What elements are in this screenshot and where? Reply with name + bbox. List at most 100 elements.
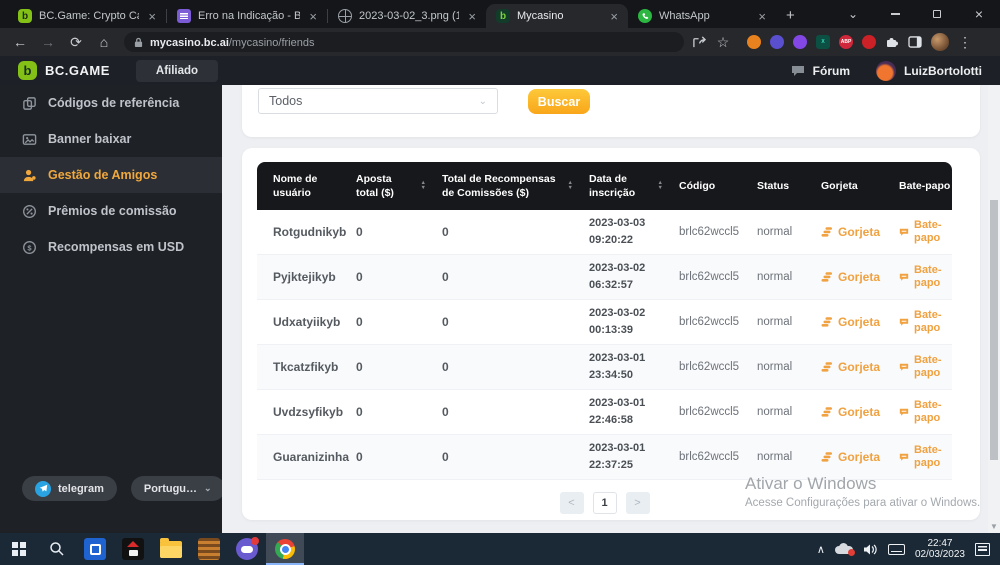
window-close-button[interactable]: × xyxy=(958,0,1000,28)
chat-link[interactable]: Bate-papo xyxy=(899,309,952,335)
speaker-icon[interactable] xyxy=(863,543,878,556)
coins-icon xyxy=(821,316,833,328)
tab-whatsapp[interactable]: WhatsApp × xyxy=(628,4,776,28)
tip-link[interactable]: Gorjeta xyxy=(821,270,883,284)
table-row: Tkcatzfikyb 0 0 2023-03-0123:34:50 brlc6… xyxy=(257,345,952,390)
sidebar-item-label: Prêmios de comissão xyxy=(48,204,177,218)
cell-username: Uvdzsyfikyb xyxy=(257,405,340,419)
tray-chevron-up-icon[interactable]: ∧ xyxy=(817,543,825,556)
tab-close-icon[interactable]: × xyxy=(756,10,768,23)
language-selector[interactable]: Portugu… ⌄ xyxy=(131,476,225,501)
address-bar[interactable]: mycasino.bc.ai/mycasino/friends xyxy=(124,32,684,52)
taskbar-app-stripes[interactable] xyxy=(190,533,228,565)
clock-time: 22:47 xyxy=(915,538,965,550)
vertical-scrollbar[interactable]: ▼ xyxy=(988,85,1000,533)
tab-close-icon[interactable]: × xyxy=(146,10,158,23)
cell-username: Guaranizinha xyxy=(257,450,340,464)
coins-icon xyxy=(821,271,833,283)
bookmark-star-icon[interactable]: ☆ xyxy=(711,34,735,51)
user-menu[interactable]: LuizBortolotti xyxy=(876,61,982,81)
start-button[interactable] xyxy=(0,533,38,565)
search-button[interactable]: Buscar xyxy=(528,89,590,114)
taskbar-app-game[interactable] xyxy=(228,533,266,565)
sidebar-item-gestao-de-amigos[interactable]: Gestão de Amigos xyxy=(0,157,222,193)
column-header-bet-total[interactable]: Aposta total ($) ▲▼ xyxy=(340,172,426,200)
tab-bcgame-home[interactable]: b BC.Game: Crypto Casino Gan × xyxy=(8,4,166,28)
new-tab-button[interactable]: + xyxy=(786,7,795,24)
sidebar-item-premios-comissao[interactable]: Prêmios de comissão xyxy=(0,193,222,229)
copy-icon xyxy=(22,96,37,111)
sidebar-item-codigos-referencia[interactable]: Códigos de referência xyxy=(0,85,222,121)
cell-status: normal xyxy=(741,316,805,328)
tab-image-png[interactable]: 2023-03-02_3.png (1024×76 × xyxy=(328,4,486,28)
cell-code: brlc62wccl5 xyxy=(663,316,741,328)
site-header: b BC.GAME Afiliado Fórum LuizBortolotti xyxy=(0,56,1000,85)
taskbar-clock[interactable]: 22:47 02/03/2023 xyxy=(915,538,965,561)
column-header-rewards-total[interactable]: Total de Recompensas de Comissões ($) ▲▼ xyxy=(426,172,573,200)
tab-close-icon[interactable]: × xyxy=(307,10,319,23)
reload-icon[interactable]: ⟳ xyxy=(64,34,88,51)
taskbar-search-button[interactable] xyxy=(38,533,76,565)
phantom-extension-icon[interactable] xyxy=(770,35,784,49)
tab-search-chevron-icon[interactable]: ⌄ xyxy=(832,0,874,28)
taskbar-chrome[interactable] xyxy=(266,533,304,565)
tip-link[interactable]: Gorjeta xyxy=(821,315,883,329)
cell-username: Tkcatzfikyb xyxy=(257,360,340,374)
nav-afiliado[interactable]: Afiliado xyxy=(136,60,218,82)
tip-link[interactable]: Gorjeta xyxy=(821,225,883,239)
scrollbar-down-arrow-icon[interactable]: ▼ xyxy=(988,522,1000,531)
pagination-current-page[interactable]: 1 xyxy=(593,492,617,514)
back-icon[interactable]: ← xyxy=(8,34,32,50)
action-center-icon[interactable] xyxy=(975,543,990,556)
share-icon[interactable] xyxy=(692,35,707,49)
red-extension-icon[interactable] xyxy=(862,35,876,49)
tab-erro-indicacao[interactable]: Erro na Indicação - BC.Game × xyxy=(167,4,327,28)
home-icon[interactable]: ⌂ xyxy=(92,34,116,50)
tab-close-icon[interactable]: × xyxy=(608,10,620,23)
metamask-extension-icon[interactable] xyxy=(747,35,761,49)
pagination-prev-button[interactable]: < xyxy=(560,492,584,514)
cell-rewards-total: 0 xyxy=(426,360,573,374)
column-header-signup-date[interactable]: Data de inscrição ▲▼ xyxy=(573,172,663,200)
bcgame-logo-icon[interactable]: b xyxy=(18,61,37,80)
taskbar-file-explorer[interactable] xyxy=(152,533,190,565)
window-minimize-button[interactable] xyxy=(874,0,916,28)
filter-dropdown[interactable]: Todos ⌄ xyxy=(258,88,498,114)
forum-link[interactable]: Fórum xyxy=(813,64,850,78)
chat-link[interactable]: Bate-papo xyxy=(899,444,952,470)
sidebar-item-recompensas-usd[interactable]: $ Recompensas em USD xyxy=(0,229,222,265)
touch-keyboard-icon[interactable] xyxy=(888,544,905,555)
tip-link[interactable]: Gorjeta xyxy=(821,450,883,464)
taskbar-app-blue[interactable] xyxy=(76,533,114,565)
chat-link[interactable]: Bate-papo xyxy=(899,219,952,245)
tip-link[interactable]: Gorjeta xyxy=(821,360,883,374)
chat-link[interactable]: Bate-papo xyxy=(899,354,952,380)
telegram-button[interactable]: telegram xyxy=(22,476,117,501)
chat-link[interactable]: Bate-papo xyxy=(899,264,952,290)
lock-icon xyxy=(134,37,143,48)
extensions-puzzle-icon[interactable] xyxy=(885,35,899,49)
window-maximize-button[interactable] xyxy=(916,0,958,28)
adblock-plus-icon[interactable]: ABP xyxy=(839,35,853,49)
tab-mycasino-active[interactable]: b Mycasino × xyxy=(486,4,628,28)
forum-chat-icon xyxy=(791,65,805,77)
cell-signup-date: 2023-03-0200:13:39 xyxy=(573,305,663,339)
sidebar-item-banner-baixar[interactable]: Banner baixar xyxy=(0,121,222,157)
tip-link[interactable]: Gorjeta xyxy=(821,405,883,419)
brand-name[interactable]: BC.GAME xyxy=(45,63,110,78)
pagination-next-button[interactable]: > xyxy=(626,492,650,514)
browser-profile-avatar[interactable] xyxy=(931,33,949,51)
browser-menu-kebab-icon[interactable]: ⋮ xyxy=(958,34,970,51)
browser-toolbar: ← → ⟳ ⌂ mycasino.bc.ai/mycasino/friends … xyxy=(0,28,1000,56)
search-icon xyxy=(49,541,65,557)
side-panel-icon[interactable] xyxy=(908,36,922,48)
cell-bet-total: 0 xyxy=(340,225,426,239)
tab-close-icon[interactable]: × xyxy=(466,10,478,23)
x-extension-icon[interactable]: X xyxy=(816,35,830,49)
forward-icon[interactable]: → xyxy=(36,34,60,50)
taskbar-app-black[interactable] xyxy=(114,533,152,565)
purple-extension-icon[interactable] xyxy=(793,35,807,49)
chat-link[interactable]: Bate-papo xyxy=(899,399,952,425)
onedrive-cloud-icon[interactable] xyxy=(835,543,853,555)
scrollbar-thumb[interactable] xyxy=(990,200,998,460)
